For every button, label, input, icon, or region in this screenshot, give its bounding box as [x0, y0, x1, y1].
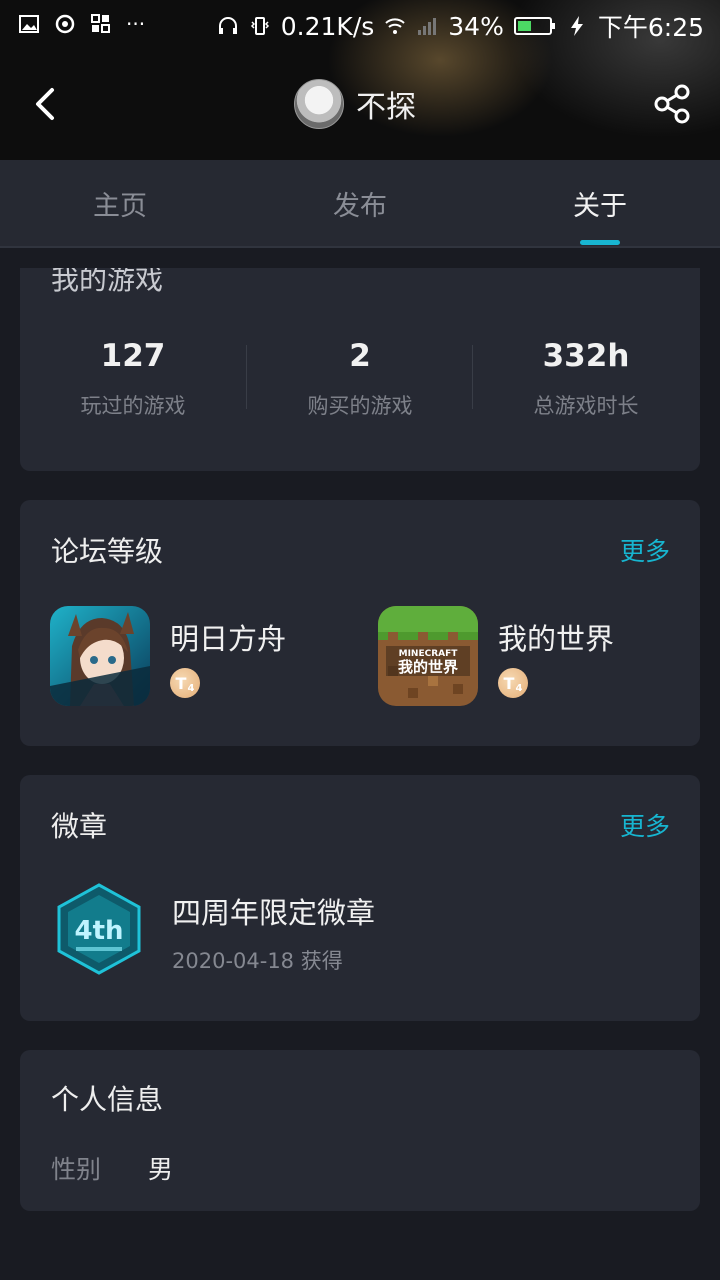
- network-speed: 0.21K/s: [280, 11, 375, 41]
- tab-posts[interactable]: 发布: [240, 160, 480, 246]
- wifi-icon: [385, 18, 405, 34]
- badge-name: 四周年限定微章: [172, 896, 376, 930]
- forum-level-title: 论坛等级: [51, 535, 164, 568]
- back-arrow-icon: [36, 88, 54, 120]
- charging-icon: [570, 16, 583, 36]
- top-app-bar: 不探: [0, 62, 720, 146]
- tab-home[interactable]: 主页: [0, 160, 240, 246]
- avatar-icon: [294, 79, 344, 129]
- level-badge-icon: T4: [498, 668, 528, 698]
- stat-label: 总游戏时长: [533, 394, 639, 418]
- forum-level-more-link[interactable]: 更多: [620, 532, 670, 568]
- level-badge-icon: T4: [170, 668, 200, 698]
- forum-game-name: 我的世界: [498, 622, 615, 656]
- stat-played[interactable]: 127 玩过的游戏: [20, 338, 246, 420]
- signal-icon: [418, 18, 437, 35]
- battery-percent: 34%: [448, 11, 504, 41]
- stat-label: 玩过的游戏: [80, 394, 186, 418]
- status-bar: ··· 0.21K/s 34% 下午6:25: [0, 0, 720, 50]
- gender-value: 男: [148, 1155, 174, 1184]
- forum-game-name: 明日方舟: [170, 622, 287, 656]
- more-notifications: ···: [126, 12, 146, 36]
- personal-info-title: 个人信息: [51, 1083, 164, 1116]
- back-button[interactable]: [24, 82, 68, 126]
- minecraft-icon: MINECRAFT 我的世界: [378, 606, 478, 706]
- share-button[interactable]: [650, 82, 694, 126]
- apps-icon: [91, 14, 110, 33]
- sync-icon: [55, 14, 75, 34]
- stat-purchased[interactable]: 2 购买的游戏: [247, 338, 473, 420]
- forum-item-arknights[interactable]: 明日方舟 T4: [50, 606, 350, 708]
- tab-about[interactable]: 关于: [480, 160, 720, 246]
- clock: 下午6:25: [597, 13, 704, 42]
- level-letter: T: [175, 673, 187, 693]
- stat-value: 332h: [542, 338, 630, 374]
- stat-playtime[interactable]: 332h 总游戏时长: [473, 338, 699, 420]
- share-icon: [654, 84, 690, 124]
- badges-more-link[interactable]: 更多: [620, 807, 670, 843]
- level-letter: T: [503, 673, 515, 693]
- gender-label: 性别: [51, 1155, 102, 1184]
- badges-card: 微章 更多 4th 四周年限定微章 2020-04-18 获得: [20, 775, 700, 1021]
- personal-info-card: 个人信息 性别 男: [20, 1050, 700, 1211]
- arknights-icon: [50, 606, 150, 706]
- stat-value: 2: [349, 338, 371, 374]
- stat-label: 购买的游戏: [307, 394, 413, 418]
- level-number: 4: [187, 682, 195, 694]
- forum-level-card: 论坛等级 更多 明日方舟 T4 MINECRAFT 我的世界 我的世界 T 4: [20, 500, 700, 746]
- badges-title: 微章: [51, 810, 108, 843]
- battery-icon: [513, 17, 555, 35]
- my-games-card: 我的游戏 127 玩过的游戏 2 购买的游戏 332h 总游戏时长: [20, 268, 700, 471]
- gallery-icon: [19, 15, 39, 33]
- badge-date: 2020-04-18 获得: [172, 949, 343, 973]
- active-tab-indicator: [580, 240, 620, 245]
- vibrate-icon: [250, 17, 269, 35]
- profile-header: ··· 0.21K/s 34% 下午6:25 不探: [0, 0, 720, 160]
- svg-text:我的世界: 我的世界: [398, 658, 458, 676]
- forum-item-minecraft[interactable]: MINECRAFT 我的世界 我的世界 T4: [378, 606, 678, 708]
- badge-text: 4th: [74, 916, 123, 946]
- anniversary-badge-icon[interactable]: 4th: [56, 883, 142, 975]
- user-identity[interactable]: 不探: [294, 79, 416, 129]
- headphones-icon: [218, 17, 237, 34]
- level-number: 4: [515, 682, 523, 694]
- username: 不探: [356, 90, 416, 125]
- stat-value: 127: [100, 338, 166, 374]
- profile-tabs: 主页 发布 关于: [0, 160, 720, 248]
- my-games-title: 我的游戏: [51, 268, 164, 296]
